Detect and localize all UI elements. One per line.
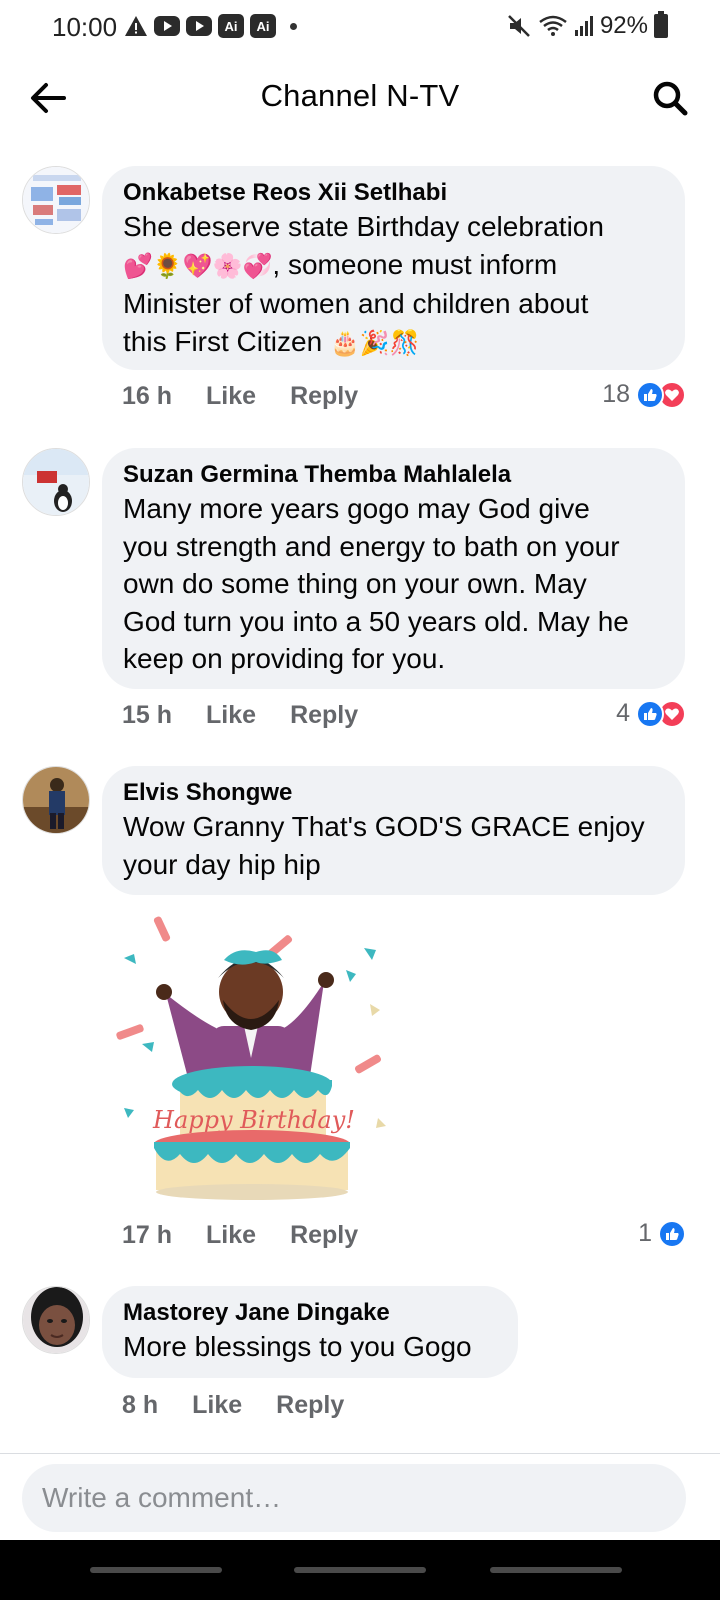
search-icon [653,81,688,116]
mute-icon [506,13,532,39]
reaction-count: 1 [638,1219,652,1247]
comment-author[interactable]: Elvis Shongwe [123,778,665,808]
thumbs-up-icon [636,699,664,728]
warning-icon [124,14,148,38]
comment-line-text: this First Citizen [123,325,330,357]
comment-bubble[interactable]: Suzan Germina Themba Mahlalela Many more… [102,448,685,689]
battery-icon [654,11,668,38]
battery-percentage: 92% [599,12,648,39]
comment-line: own do some thing on your own. May [123,568,587,599]
comment-actions: 17 h Like Reply [122,1221,358,1250]
comment-text: Many more years gogo may God give you st… [123,490,665,678]
comment-bubble[interactable]: Onkabetse Reos Xii Setlhabi She deserve … [102,166,685,370]
reply-button[interactable]: Reply [290,1221,358,1250]
ai-icon: Ai [218,14,244,38]
reply-button[interactable]: Reply [290,382,358,411]
comment-text: More blessings to you Gogo [123,1328,498,1366]
comment-line: She deserve state Birthday celebration [123,211,604,242]
comment-time[interactable]: 17 h [122,1221,172,1250]
search-button[interactable] [648,76,692,120]
comment-time[interactable]: 8 h [122,1391,158,1420]
comment-line: Wow Granny That's GOD'S GRACE enjoy [123,811,645,842]
page-title: Channel N-TV [260,78,460,113]
thumbs-up-icon [636,380,664,409]
reply-button[interactable]: Reply [290,701,358,730]
avatar[interactable] [22,766,90,834]
comment-line: you strength and energy to bath on your [123,530,620,562]
reaction-summary[interactable]: 18 [602,380,686,409]
reaction-count: 18 [602,380,630,408]
comment-text: Wow Granny That's GOD'S GRACE enjoy your… [123,808,665,883]
comment-line: your day hip hip [123,848,321,880]
avatar[interactable] [22,166,90,234]
nav-recents-button[interactable] [90,1567,222,1573]
emoji-group: 🎂🎉🎊 [329,328,420,357]
thumbs-up-icon [658,1219,686,1248]
comment-line: 💕🌻💖🌸💞, someone must inform [123,246,665,286]
like-button[interactable]: Like [206,382,256,411]
avatar[interactable] [22,1286,90,1354]
youtube-icon [186,16,212,36]
emoji-group: 💕🌻💖🌸💞 [123,251,273,280]
signal-icon [574,14,594,38]
comment-line-text: , someone must inform [272,248,558,280]
comment-bubble[interactable]: Elvis Shongwe Wow Granny That's GOD'S GR… [102,766,685,895]
comment-author[interactable]: Onkabetse Reos Xii Setlhabi [123,178,665,208]
comment-actions: 16 h Like Reply [122,382,358,411]
comment-input[interactable] [42,1482,642,1514]
reply-button[interactable]: Reply [276,1391,344,1420]
comment-line: keep on providing for you. [123,643,446,674]
comment-actions: 15 h Like Reply [122,701,358,730]
comment-line: Minister of women and children about [123,288,589,319]
system-icons: 92% [506,11,668,40]
status-bar: 10:00 Ai Ai 92% [0,0,720,56]
comment-time[interactable]: 15 h [122,701,172,730]
reaction-count: 4 [616,699,630,727]
nav-home-button[interactable] [294,1567,426,1573]
comment-line: this First Citizen 🎂🎉🎊 [123,323,665,363]
ai-icon: Ai [250,14,276,38]
status-time: 10:00 [52,12,118,42]
comment-bubble[interactable]: Mastorey Jane Dingake More blessings to … [102,1286,518,1378]
comment-composer[interactable] [22,1464,686,1532]
comment-text: She deserve state Birthday celebration 💕… [123,208,665,362]
composer-divider [0,1453,720,1454]
avatar[interactable] [22,448,90,516]
comment-author[interactable]: Suzan Germina Themba Mahlalela [123,460,665,490]
more-notifications-dot [290,22,297,30]
comment-line: Many more years gogo may God give [123,493,590,524]
wifi-icon [538,14,568,38]
notification-icons: Ai Ai [124,13,297,39]
like-button[interactable]: Like [206,701,256,730]
svg-text:Happy Birthday!: Happy Birthday! [152,1106,355,1134]
youtube-icon [154,16,180,36]
comment-line: More blessings to you Gogo [123,1331,472,1362]
comment-actions: 8 h Like Reply [122,1391,344,1420]
comment-line: God turn you into a 50 years old. May he [123,605,629,637]
happy-birthday-sticker[interactable]: Happy Birthday! [106,908,406,1208]
reaction-summary[interactable]: 1 [638,1219,686,1248]
reaction-summary[interactable]: 4 [616,699,686,728]
like-button[interactable]: Like [206,1221,256,1250]
app-header: Channel N-TV [0,56,720,142]
like-button[interactable]: Like [192,1391,242,1420]
comment-time[interactable]: 16 h [122,382,172,411]
system-nav-bar [0,1540,720,1600]
comment-author[interactable]: Mastorey Jane Dingake [123,1298,498,1328]
nav-back-button[interactable] [490,1567,622,1573]
